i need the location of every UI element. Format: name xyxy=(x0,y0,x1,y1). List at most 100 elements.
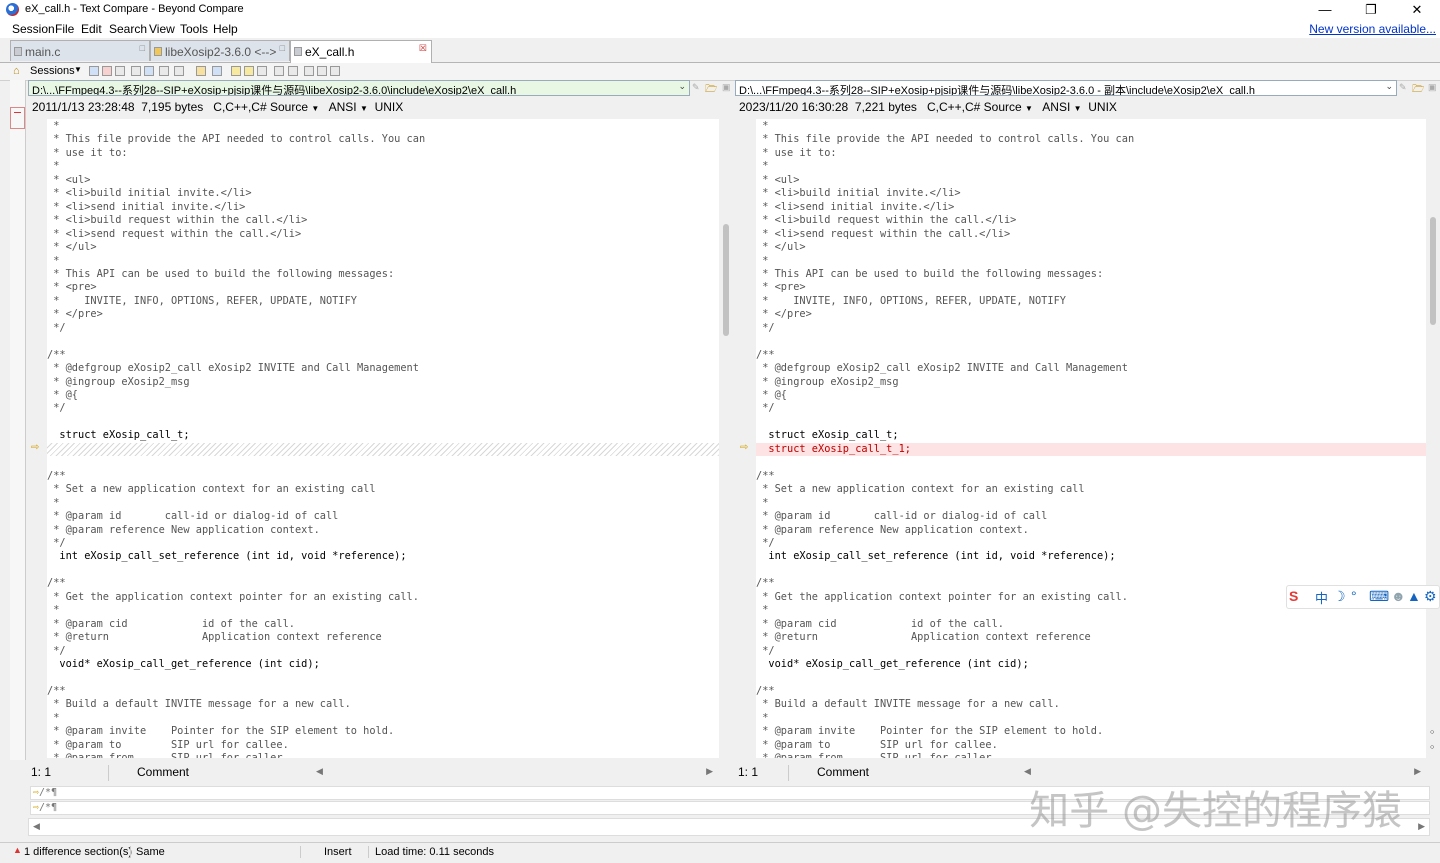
code-line[interactable]: * Build a default INVITE message for a n… xyxy=(47,698,719,711)
code-line[interactable]: */ xyxy=(756,537,1426,550)
copy-icon[interactable] xyxy=(196,66,206,76)
code-line[interactable]: * <li>send request within the call.</li> xyxy=(756,228,1426,241)
code-line[interactable]: int eXosip_call_set_reference (int id, v… xyxy=(756,550,1426,563)
left-encoding-dropdown[interactable]: ANSI ▼ xyxy=(329,100,368,114)
code-line[interactable]: * xyxy=(756,255,1426,268)
code-line[interactable]: * </ul> xyxy=(47,241,719,254)
right-editor-pane[interactable]: * * This file provide the API needed to … xyxy=(756,119,1426,758)
code-line[interactable]: * This file provide the API needed to co… xyxy=(47,133,719,146)
code-line[interactable]: /** xyxy=(47,349,719,362)
right-line-ending[interactable]: UNIX xyxy=(1088,100,1117,114)
code-line[interactable]: /** xyxy=(47,577,719,590)
code-line[interactable]: * </pre> xyxy=(47,308,719,321)
code-line[interactable]: * use it to: xyxy=(756,147,1426,160)
code-line[interactable]: * This API can be used to build the foll… xyxy=(756,268,1426,281)
code-line[interactable]: */ xyxy=(47,322,719,335)
left-vertical-scrollbar[interactable] xyxy=(720,119,732,758)
code-line[interactable]: * @param to SIP url for callee. xyxy=(47,739,719,752)
code-line[interactable]: * @defgroup eXosip2_call eXosip2 INVITE … xyxy=(756,362,1426,375)
code-line[interactable]: * @param reference New application conte… xyxy=(47,524,719,537)
tab-main-c[interactable]: main.c □ xyxy=(10,40,150,61)
code-line[interactable]: * <ul> xyxy=(47,174,719,187)
code-line[interactable] xyxy=(756,335,1426,348)
ime-toolbar[interactable]: S 中 ☽ ° ⌨ ☻ ▲ ⚙ xyxy=(1286,585,1440,609)
scroll-left-icon[interactable]: ◀ xyxy=(316,766,323,777)
right-format-dropdown[interactable]: C,C++,C# Source ▼ xyxy=(927,100,1033,114)
code-line[interactable]: * @defgroup eXosip2_call eXosip2 INVITE … xyxy=(47,362,719,375)
code-line[interactable] xyxy=(756,564,1426,577)
edit-icon[interactable] xyxy=(212,66,222,76)
code-line[interactable]: /** xyxy=(756,349,1426,362)
code-line[interactable] xyxy=(47,442,719,457)
code-line[interactable]: * <li>send request within the call.</li> xyxy=(47,228,719,241)
code-line[interactable]: * xyxy=(756,712,1426,725)
panes-icon[interactable] xyxy=(317,66,327,76)
thumbnail-strip[interactable] xyxy=(10,80,26,760)
code-line[interactable]: /** xyxy=(756,685,1426,698)
code-line[interactable] xyxy=(756,416,1426,429)
keyboard-icon[interactable]: ⌨ xyxy=(1369,588,1389,605)
code-line[interactable] xyxy=(47,671,719,684)
all-icon[interactable] xyxy=(89,66,99,76)
code-line[interactable]: void* eXosip_call_get_reference (int cid… xyxy=(47,658,719,671)
code-line[interactable]: * This file provide the API needed to co… xyxy=(756,133,1426,146)
code-line[interactable]: * <li>send initial invite.</li> xyxy=(756,201,1426,214)
thumbnail-viewport[interactable] xyxy=(10,107,25,129)
punctuation-icon[interactable]: ° xyxy=(1351,588,1357,604)
code-line[interactable]: * @param invite Pointer for the SIP elem… xyxy=(756,725,1426,738)
close-button[interactable]: ✕ xyxy=(1394,0,1440,20)
format-icon[interactable] xyxy=(174,66,184,76)
details-icon[interactable] xyxy=(330,66,340,76)
chevron-down-icon[interactable]: ⌄ xyxy=(678,81,686,92)
right-path-input[interactable]: D:\...\FFmpeg4.3--系列28--SIP+eXosip+pjsip… xyxy=(735,80,1397,96)
home-icon[interactable]: ⌂ xyxy=(13,65,20,77)
code-line[interactable]: * Set a new application context for an e… xyxy=(47,483,719,496)
code-line[interactable]: * @{ xyxy=(47,389,719,402)
scroll-right-icon[interactable]: ▶ xyxy=(1414,766,1421,777)
left-editor-pane[interactable]: * * This file provide the API needed to … xyxy=(47,119,719,758)
code-line[interactable]: * <li>build initial invite.</li> xyxy=(47,187,719,200)
code-line[interactable]: */ xyxy=(756,322,1426,335)
code-line[interactable]: struct eXosip_call_t_1; xyxy=(756,442,1426,457)
right-vertical-scrollbar[interactable]: ○ ○ xyxy=(1427,119,1439,758)
left-open-folder-icon[interactable]: 🗁 xyxy=(705,82,717,99)
code-line[interactable]: * @param id call-id or dialog-id of call xyxy=(47,510,719,523)
code-line[interactable]: * @param reference New application conte… xyxy=(756,524,1426,537)
code-line[interactable]: * INVITE, INFO, OPTIONS, REFER, UPDATE, … xyxy=(47,295,719,308)
tab-close-icon[interactable]: ☒ xyxy=(419,43,427,54)
code-line[interactable]: * <li>build initial invite.</li> xyxy=(756,187,1426,200)
scroll-right-icon[interactable]: ▶ xyxy=(1418,821,1425,832)
code-line[interactable]: * xyxy=(47,255,719,268)
left-format-dropdown[interactable]: C,C++,C# Source ▼ xyxy=(213,100,319,114)
scroll-left-icon[interactable]: ◀ xyxy=(33,821,40,832)
menu-edit[interactable]: Edit xyxy=(81,22,102,36)
code-line[interactable]: * @param to SIP url for callee. xyxy=(756,739,1426,752)
code-line[interactable]: */ xyxy=(47,402,719,415)
code-line[interactable] xyxy=(756,456,1426,469)
tab-folder-compare[interactable]: libeXosip2-3.6.0 <--> ... □ xyxy=(150,40,290,73)
right-edit-icon[interactable]: ✎ xyxy=(1399,82,1407,93)
code-line[interactable]: */ xyxy=(756,645,1426,658)
left-horizontal-scrollbar[interactable]: ◀ ▶ xyxy=(312,766,717,779)
find-icon[interactable] xyxy=(257,66,267,76)
code-line[interactable]: * </pre> xyxy=(756,308,1426,321)
code-line[interactable]: * @param from SIP url for caller. xyxy=(756,752,1426,758)
sessions-button[interactable]: Sessions xyxy=(30,65,75,77)
code-line[interactable]: * @return Application context reference xyxy=(756,631,1426,644)
code-line[interactable]: * @ingroup eXosip2_msg xyxy=(47,376,719,389)
right-open-folder-icon[interactable]: 🗁 xyxy=(1412,82,1424,99)
menu-help[interactable]: Help xyxy=(213,22,238,36)
people-icon[interactable]: ☻ xyxy=(1391,588,1406,604)
layout-icon[interactable] xyxy=(304,66,314,76)
menu-view[interactable]: View xyxy=(149,22,175,36)
code-line[interactable]: * This API can be used to build the foll… xyxy=(47,268,719,281)
right-encoding-dropdown[interactable]: ANSI ▼ xyxy=(1042,100,1081,114)
code-line[interactable]: /** xyxy=(47,685,719,698)
code-line[interactable] xyxy=(47,416,719,429)
code-line[interactable] xyxy=(47,564,719,577)
prev-diff-icon[interactable] xyxy=(244,66,254,76)
chinese-mode-icon[interactable]: 中 xyxy=(1315,588,1328,607)
code-line[interactable]: int eXosip_call_set_reference (int id, v… xyxy=(47,550,719,563)
menu-tools[interactable]: Tools xyxy=(180,22,208,36)
code-line[interactable]: /** xyxy=(47,470,719,483)
